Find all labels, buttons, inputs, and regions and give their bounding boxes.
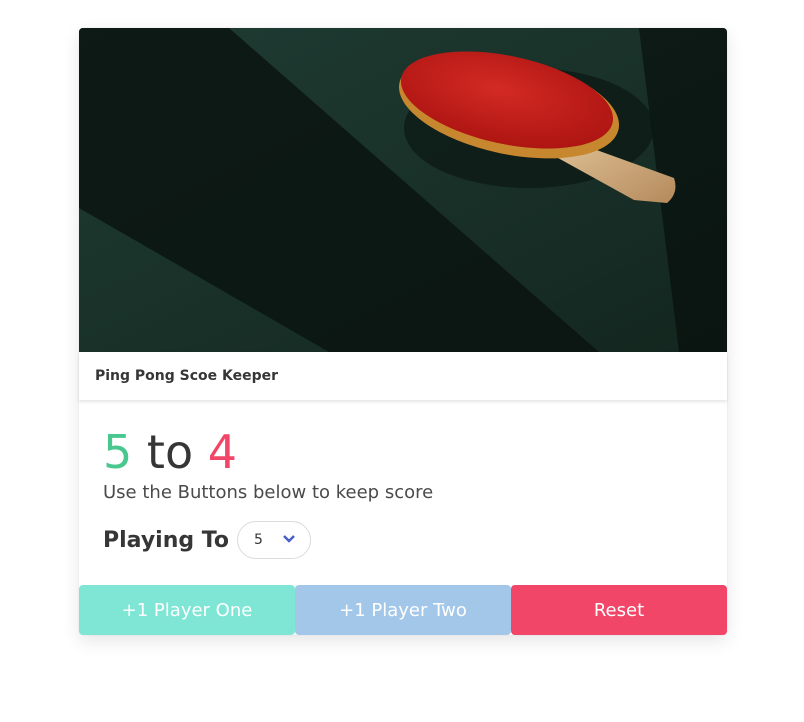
player-two-score: 4 [207, 425, 237, 479]
score-card: Ping Pong Scoe Keeper 5 to 4 Use the But… [79, 28, 727, 635]
reset-button[interactable]: Reset [511, 585, 727, 635]
instructions-text: Use the Buttons below to keep score [103, 482, 434, 503]
card-caption: Ping Pong Scoe Keeper [79, 352, 727, 400]
card-footer: +1 Player One +1 Player Two Reset [79, 585, 727, 635]
playing-to-select[interactable]: 5 [236, 521, 311, 559]
player-one-score: 5 [103, 425, 133, 479]
ping-pong-photo [79, 28, 727, 352]
player-two-add-button[interactable]: +1 Player Two [295, 585, 511, 635]
card-content: 5 to 4 Use the Buttons below to keep sco… [79, 400, 727, 583]
playing-to-label: Playing To [103, 527, 229, 553]
playing-to-row: Playing To 5 [103, 521, 703, 559]
chevron-down-icon [282, 532, 296, 550]
player-one-add-button[interactable]: +1 Player One [79, 585, 295, 635]
score-separator: to [146, 425, 194, 479]
playing-to-value: 5 [253, 532, 263, 548]
score-display: 5 to 4 [103, 424, 703, 480]
